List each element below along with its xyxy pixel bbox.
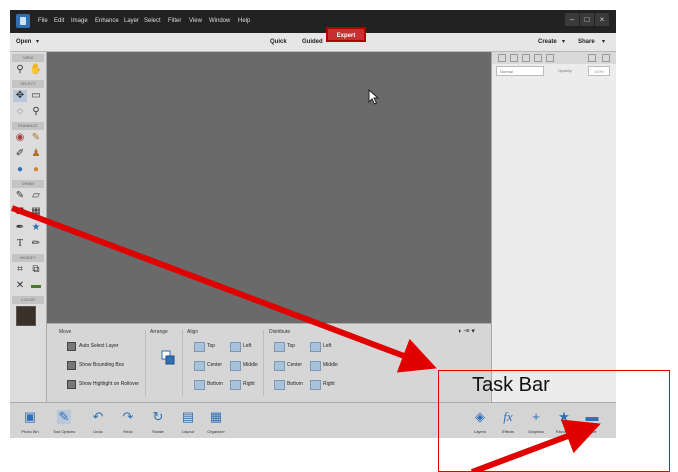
arrow-to-task-bar-upper	[10, 205, 437, 373]
arrow-to-task-bar-lower	[470, 419, 601, 472]
annotation-arrows	[10, 205, 601, 472]
